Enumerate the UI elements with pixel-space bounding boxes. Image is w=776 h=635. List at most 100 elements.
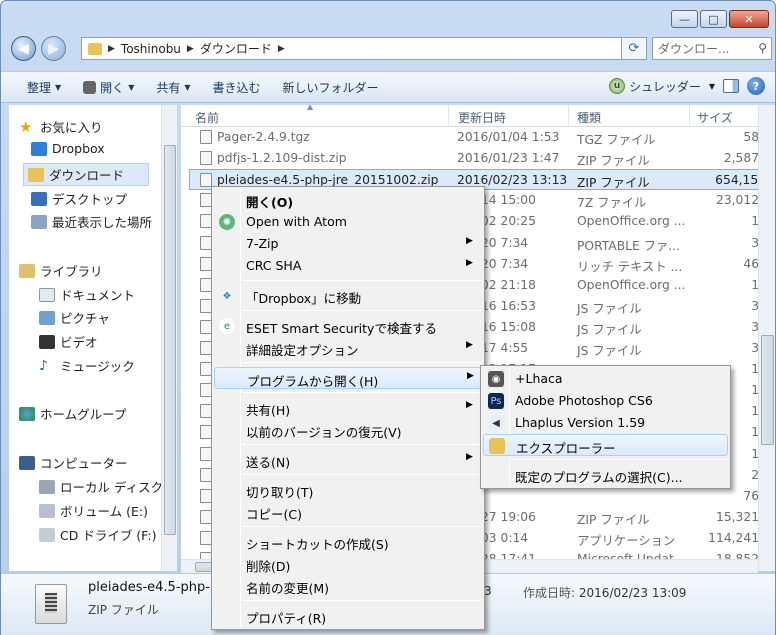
nav-videos[interactable]: ビデオ [39,332,98,351]
menu-item[interactable]: CRC SHA ▶ [214,255,482,277]
row-type: ZIP ファイル [577,176,650,191]
view-dropdown-icon[interactable]: ▼ [709,82,715,91]
nav-computer[interactable]: コンピューター [19,453,128,472]
burn-button[interactable]: 書き込む [213,79,261,96]
menu-separator [242,474,482,475]
menu-item[interactable]: ❖ 「Dropbox」に移動 [214,285,482,307]
menu-item[interactable]: 共有(H) ▶ [214,397,482,419]
menu-item-label: エクスプローラー [516,441,616,456]
submenu-arrow-icon: ▶ [466,340,473,350]
downloads-folder-icon [28,167,44,182]
menu-item[interactable]: エクスプローラー [483,434,728,456]
share-button[interactable]: 共有 ▼ [156,79,190,96]
menu-item[interactable]: 以前のバージョンの復元(V) [214,419,482,441]
nav-desktop[interactable]: デスクトップ [31,189,127,208]
col-modified[interactable]: 更新日時 [458,109,506,126]
computer-icon [19,455,35,470]
menu-item[interactable]: 既定のプログラムの選択(C)... [483,464,728,486]
back-arrow-icon: ◀ [18,40,29,57]
nav-label: デスクトップ [52,192,128,207]
nav-downloads[interactable]: ダウンロード [23,163,149,186]
menu-item-label: ESET Smart Securityで検査する [246,321,437,336]
forward-button[interactable]: ▶ [41,36,66,61]
close-button[interactable]: ✕ [729,10,769,28]
menu-separator [242,392,482,393]
chevron-right-icon: ▶ [277,43,285,54]
address-bar[interactable]: ▶ Toshinobu ▶ ダウンロード ▶ ▼ [81,37,644,60]
menu-item[interactable]: 名前の変更(M) [214,575,482,597]
menu-item[interactable]: Ps Adobe Photoshop CS6 [483,390,728,412]
dropbox-icon [31,141,47,156]
chevron-down-icon: ▼ [184,82,191,92]
created-value: 2016/02/23 13:09 [578,586,687,600]
back-button[interactable]: ◀ [11,36,36,61]
nav-homegroup[interactable]: ホームグループ [19,404,126,423]
nav-libraries[interactable]: ライブラリ [19,261,103,280]
documents-icon [39,287,55,302]
nav-dropbox[interactable]: Dropbox [31,141,105,156]
open-label: 開く [100,80,125,95]
table-row[interactable]: pdfjs-1.2.109-dist.zip 2016/01/23 1:47 ZIP… [181,148,775,169]
menu-item[interactable]: 送る(N) ▶ [214,449,482,471]
organize-button[interactable]: 整理 ▼ [27,79,61,96]
nav-scrollbar[interactable] [161,105,177,571]
submenu-arrow-icon: ▶ [467,371,474,381]
menu-item[interactable]: e ESET Smart Securityで検査する [214,315,482,337]
search-input[interactable]: ダウンロー... ⚲ [652,37,772,60]
menu-separator [242,526,482,527]
nav-favorites[interactable]: ★ お気に入り [19,117,103,136]
maximize-button[interactable]: □ [700,10,727,28]
col-name[interactable]: 名前 [195,109,219,126]
menu-item[interactable]: ◉ +Lhaca [483,368,728,390]
col-type[interactable]: 種類 [577,109,601,126]
menu-item[interactable]: コピー(C) [214,501,482,523]
open-button[interactable]: 開く ▼ [83,79,134,96]
nav-cd-drive[interactable]: CD ドライブ (F:) [39,525,157,544]
menu-item[interactable]: 削除(D) [214,553,482,575]
row-type: JS ファイル [577,301,642,316]
nav-pictures[interactable]: ピクチャ [39,308,110,327]
row-date: 2016/01/23 1:47 [457,151,560,166]
menu-item[interactable]: 詳細設定オプション ▶ [214,337,482,359]
nav-recent[interactable]: 最近表示した場所 [31,212,152,231]
nav-documents[interactable]: ドキュメント [39,285,135,304]
help-button[interactable]: ? [747,77,765,95]
menu-item[interactable]: プロパティ(R) [214,605,482,627]
breadcrumb-downloads[interactable]: ダウンロード [200,40,272,57]
menu-separator [242,600,482,601]
file-icon [200,130,212,144]
refresh-button[interactable]: ⟳ [621,37,647,60]
menu-item[interactable]: ◀ Lhaplus Version 1.59 [483,412,728,434]
menu-item[interactable]: 切り取り(T) [214,479,482,501]
details-size-partial: 3 [484,584,492,598]
nav-music[interactable]: ♪ ミュージック [39,356,135,375]
nav-scroll-thumb[interactable] [164,145,176,535]
nav-local-disk[interactable]: ローカル ディスク [39,477,163,496]
forward-arrow-icon: ▶ [48,40,59,57]
menu-item-label: 送る(N) [246,455,291,470]
new-folder-label: 新しいフォルダー [282,80,379,95]
shredder-button[interactable]: u シュレッダー [609,78,701,95]
menu-item[interactable]: 開く(O) [214,189,482,211]
search-icon: ⚲ [758,41,767,55]
breadcrumb-user[interactable]: Toshinobu [121,42,181,56]
menu-item[interactable]: ショートカットの作成(S) [214,531,482,553]
table-row[interactable]: Pager-2.4.9.tgz 2016/01/04 1:53 TGZ ファイル 58… [181,127,775,148]
preview-pane-icon[interactable] [723,79,739,93]
row-type: JS ファイル [577,344,642,358]
file-list-scrollbar[interactable] [758,105,775,571]
new-folder-button[interactable]: 新しいフォルダー [283,79,379,96]
menu-item[interactable]: プログラムから開く(H) ▶ [214,367,482,389]
navigation-bar: ◀ ▶ ▶ Toshinobu ▶ ダウンロード ▶ ▼ ⟳ ダウンロー... ⚲ [9,34,772,64]
submenu-arrow-icon: ▶ [466,452,473,462]
row-type: ZIP ファイル [577,154,650,169]
nav-volume-e[interactable]: ボリューム (E:) [39,501,148,520]
file-scroll-thumb[interactable] [761,335,774,445]
minimize-button[interactable]: — [671,10,698,28]
menu-item-label: 「Dropbox」に移動 [246,291,362,306]
row-type: PORTABLE ファ... [577,238,680,253]
music-note-icon: ♪ [39,357,48,374]
menu-item[interactable]: 7-Zip ▶ [214,233,482,255]
menu-item[interactable]: ✺ Open with Atom [214,211,482,233]
col-size[interactable]: サイズ [697,109,733,126]
